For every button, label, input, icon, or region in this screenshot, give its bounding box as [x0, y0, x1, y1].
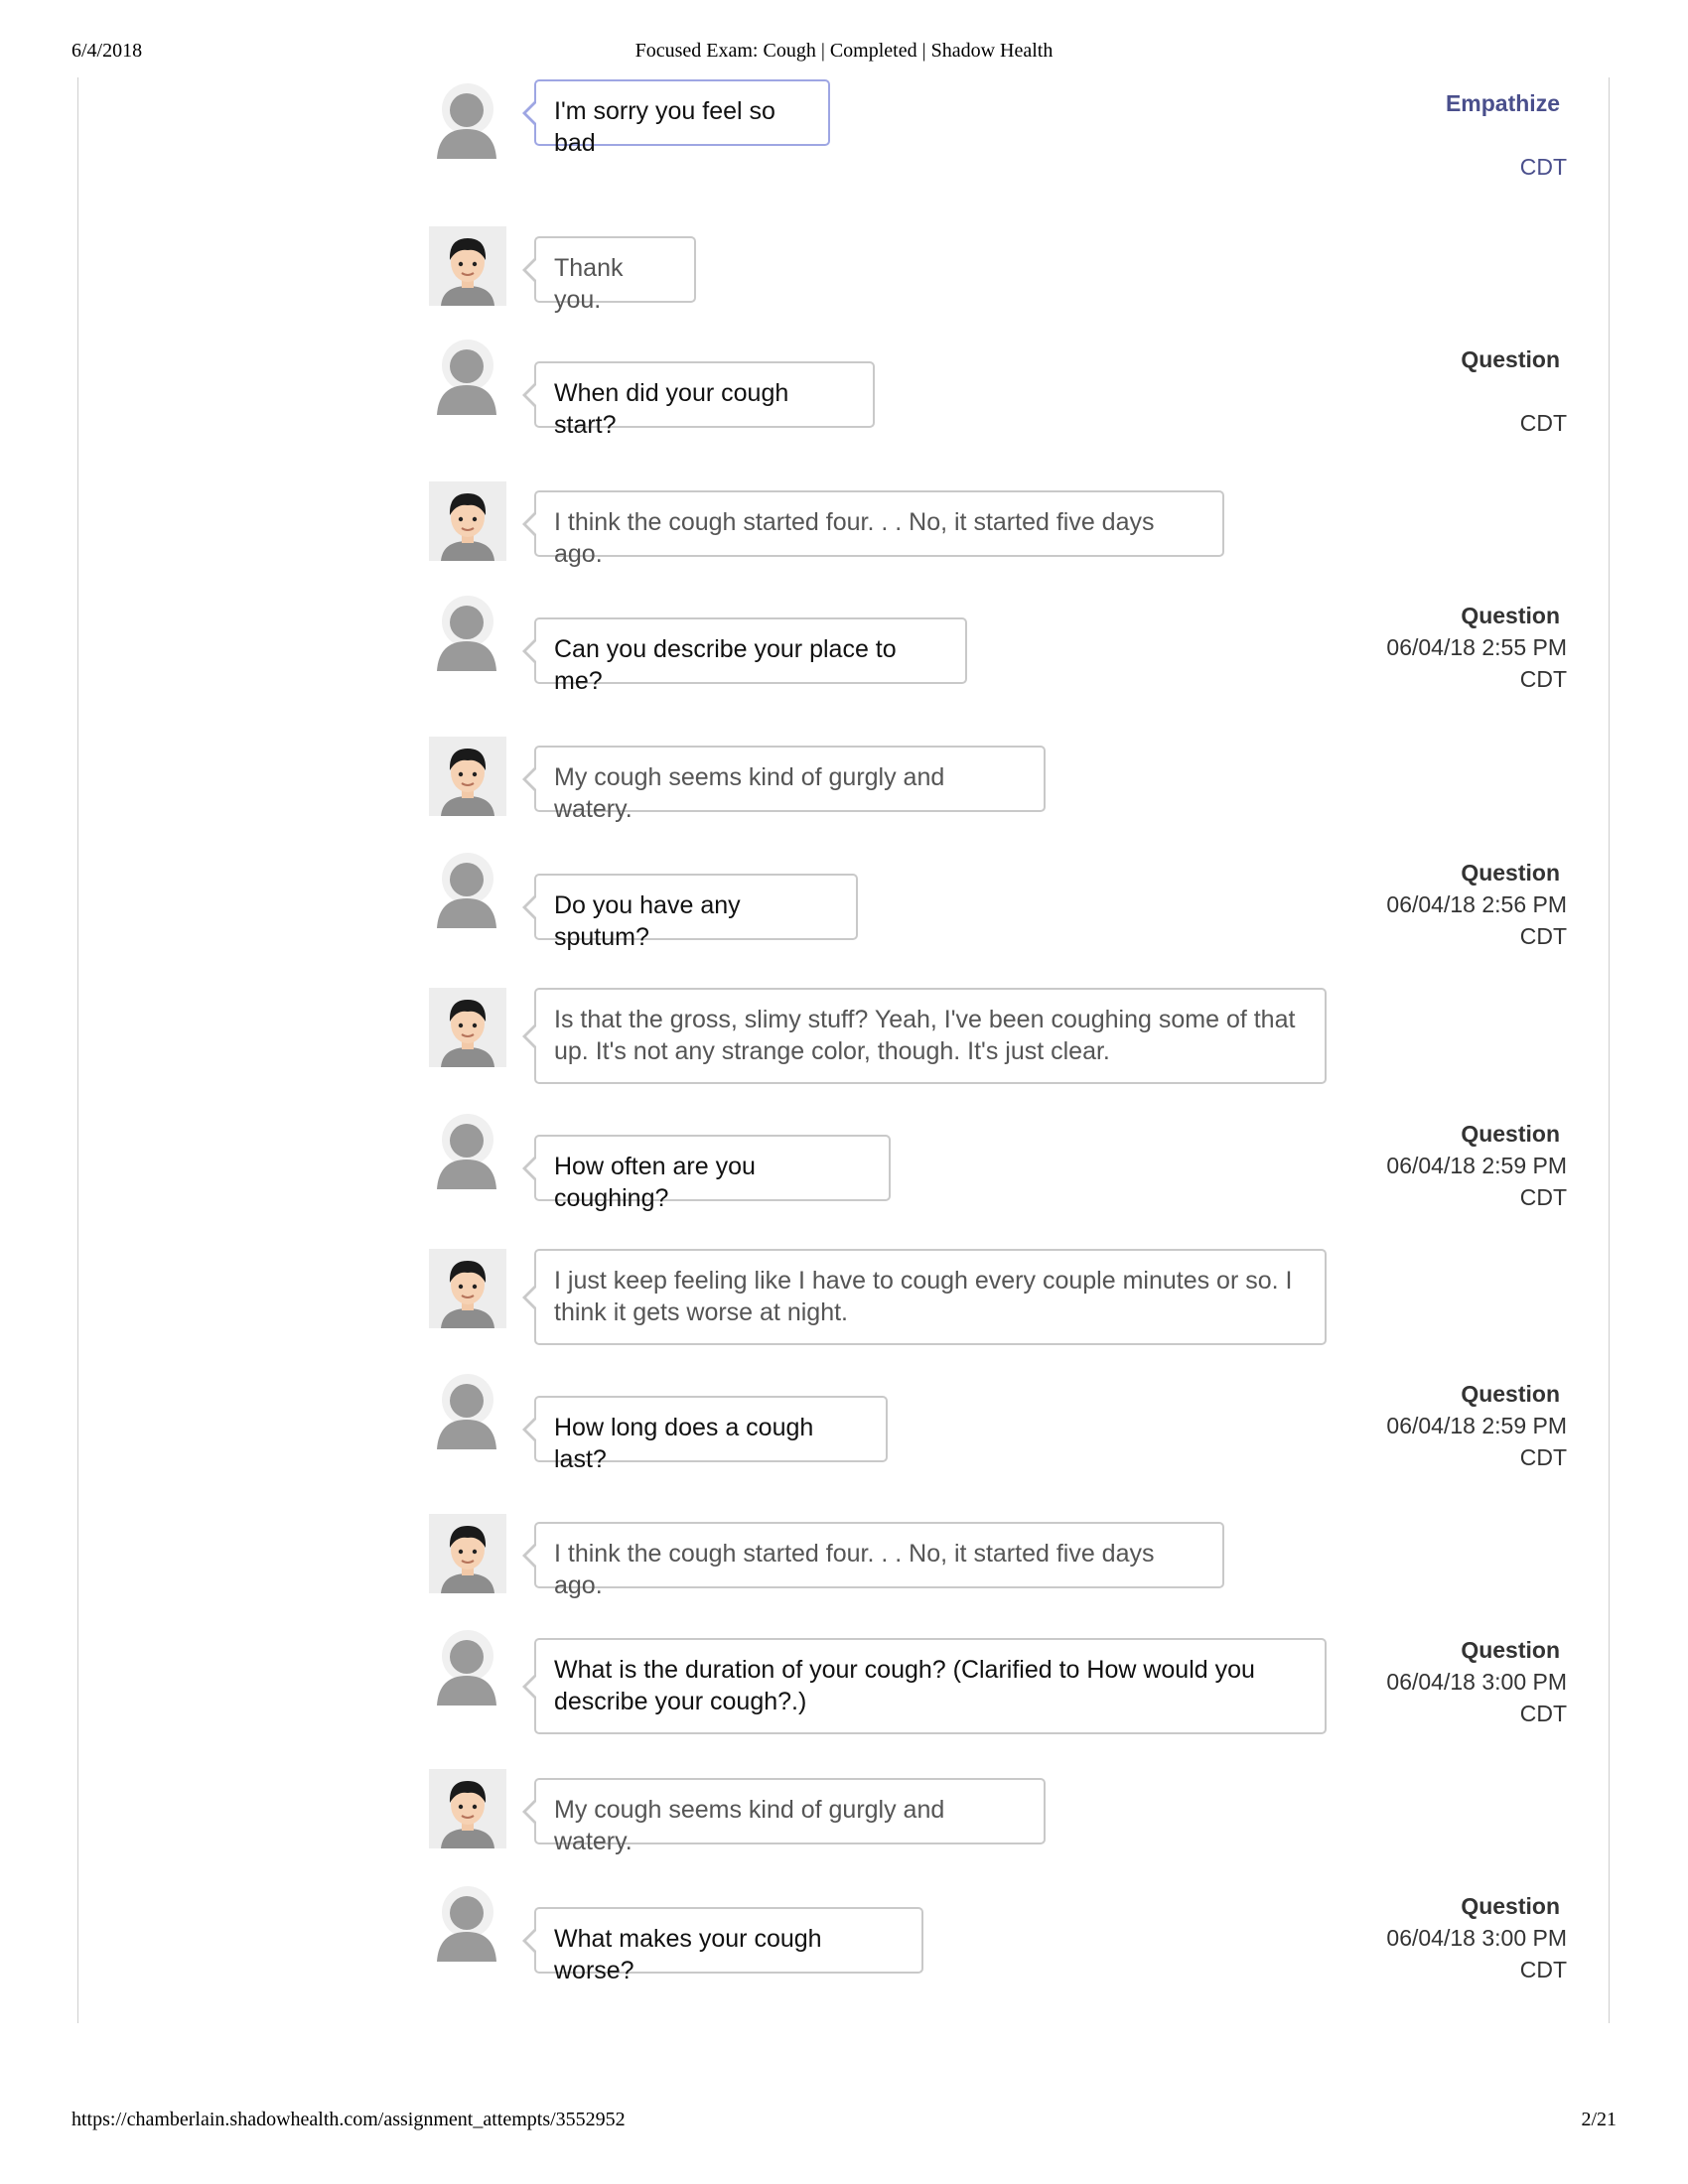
person-silhouette-icon: [429, 79, 506, 159]
transcript: I'm sorry you feel so bad Empathize CDT …: [0, 0, 1688, 2184]
person-silhouette-icon: [429, 1110, 506, 1189]
patient-boy-avatar-icon: [429, 1769, 506, 1848]
message-date: 06/04/18 2:56 PM: [1386, 891, 1567, 917]
message-meta: Question 06/04/18 3:00 PM CDT: [1309, 1890, 1567, 1985]
message-date: 06/04/18 2:55 PM: [1386, 634, 1567, 660]
message-meta: Question CDT: [1309, 343, 1567, 439]
page-url: https://chamberlain.shadowhealth.com/ass…: [71, 2109, 626, 2130]
patient-message-bubble: I think the cough started four. . . No, …: [522, 490, 1224, 568]
student-message-bubble: I'm sorry you feel so bad: [522, 79, 830, 157]
student-message-bubble: How long does a cough last?: [522, 1396, 888, 1473]
message-date: 06/04/18 2:59 PM: [1386, 1153, 1567, 1178]
message-timezone: CDT: [1519, 1957, 1567, 1982]
person-silhouette-icon: [429, 1370, 506, 1449]
patient-boy-avatar-icon: [429, 226, 506, 306]
patient-boy-avatar-icon: [429, 988, 506, 1067]
message-type: Question: [1461, 860, 1560, 886]
message-meta: Question 06/04/18 2:59 PM CDT: [1309, 1378, 1567, 1473]
message-type: Question: [1461, 346, 1560, 372]
message-type: Empathize: [1445, 90, 1560, 116]
message-meta: Question 06/04/18 2:55 PM CDT: [1309, 600, 1567, 695]
message-meta: Question 06/04/18 2:59 PM CDT: [1309, 1118, 1567, 1213]
message-type: Question: [1461, 603, 1560, 628]
message-timezone: CDT: [1519, 1444, 1567, 1470]
message-meta: Question 06/04/18 2:56 PM CDT: [1309, 857, 1567, 952]
person-silhouette-icon: [429, 592, 506, 671]
page-number: 2/21: [1581, 2109, 1617, 2130]
message-meta: Empathize CDT: [1309, 87, 1567, 183]
person-silhouette-icon: [429, 1626, 506, 1706]
student-message-bubble: When did your cough start?: [522, 361, 875, 439]
student-message-bubble: How often are you coughing?: [522, 1135, 891, 1212]
patient-message-bubble: I just keep feeling like I have to cough…: [522, 1249, 1327, 1345]
message-timezone: CDT: [1519, 410, 1567, 436]
message-timezone: CDT: [1519, 1701, 1567, 1726]
message-type: Question: [1461, 1381, 1560, 1407]
message-date: [1309, 119, 1567, 151]
message-timezone: CDT: [1519, 154, 1567, 180]
person-silhouette-icon: [429, 1882, 506, 1962]
message-timezone: CDT: [1519, 923, 1567, 949]
patient-message-bubble: Thank you.: [522, 236, 696, 314]
patient-boy-avatar-icon: [429, 1514, 506, 1593]
message-type: Question: [1461, 1637, 1560, 1663]
student-message-bubble: What makes your cough worse?: [522, 1907, 923, 1984]
student-message-bubble: Can you describe your place to me?: [522, 617, 967, 695]
message-meta: Question 06/04/18 3:00 PM CDT: [1309, 1634, 1567, 1729]
message-date: 06/04/18 3:00 PM: [1386, 1925, 1567, 1951]
message-date: [1309, 375, 1567, 407]
print-footer: https://chamberlain.shadowhealth.com/ass…: [0, 2109, 1688, 2138]
message-date: 06/04/18 3:00 PM: [1386, 1669, 1567, 1695]
patient-boy-avatar-icon: [429, 481, 506, 561]
patient-message-bubble: My cough seems kind of gurgly and watery…: [522, 1778, 1046, 1855]
message-date: 06/04/18 2:59 PM: [1386, 1413, 1567, 1438]
person-silhouette-icon: [429, 849, 506, 928]
patient-boy-avatar-icon: [429, 737, 506, 816]
student-message-bubble: What is the duration of your cough? (Cla…: [522, 1638, 1327, 1734]
message-type: Question: [1461, 1121, 1560, 1147]
patient-boy-avatar-icon: [429, 1249, 506, 1328]
student-message-bubble: Do you have any sputum?: [522, 874, 858, 951]
patient-message-bubble: My cough seems kind of gurgly and watery…: [522, 746, 1046, 823]
person-silhouette-icon: [429, 336, 506, 415]
message-type: Question: [1461, 1893, 1560, 1919]
message-timezone: CDT: [1519, 666, 1567, 692]
message-timezone: CDT: [1519, 1184, 1567, 1210]
patient-message-bubble: Is that the gross, slimy stuff? Yeah, I'…: [522, 988, 1327, 1084]
patient-message-bubble: I think the cough started four. . . No, …: [522, 1522, 1224, 1599]
